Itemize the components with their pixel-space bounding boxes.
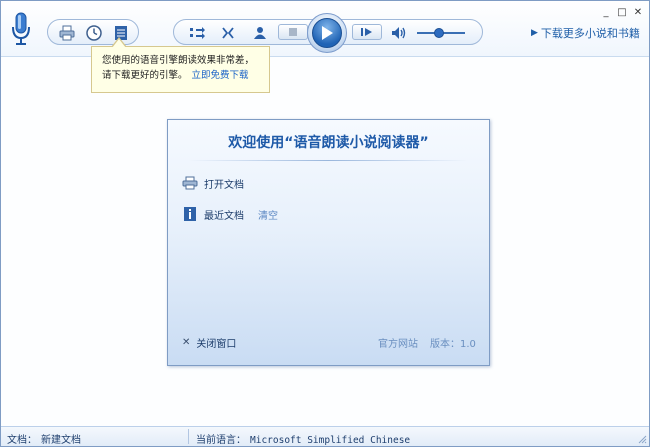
- official-site-link[interactable]: 官方网站: [378, 335, 418, 350]
- app-window: ▶ 下载更多小说和书籍 _ □ ✕ 您使用的语音引擎朗读效果非常差， 请下载更好…: [0, 0, 650, 447]
- user-icon[interactable]: [251, 24, 269, 42]
- microphone-icon[interactable]: [11, 11, 31, 47]
- download-more-link[interactable]: ▶ 下载更多小说和书籍: [531, 25, 640, 41]
- volume-slider-knob[interactable]: [434, 28, 444, 38]
- close-button[interactable]: ✕: [631, 7, 645, 19]
- play-icon: [312, 18, 342, 48]
- document-label: 文档：: [7, 435, 37, 446]
- open-document-label: 打开文档: [204, 179, 244, 191]
- language-value: Microsoft Simplified Chinese: [250, 435, 411, 446]
- welcome-dialog: 欢迎使用“语音朗读小说阅读器” 打开文档 最近文档 清空 ✕ 关闭窗口 官方网站…: [167, 119, 490, 366]
- next-icon: [361, 28, 372, 36]
- status-divider: [188, 429, 189, 444]
- version-label: 版本：1.0: [430, 339, 476, 350]
- next-button[interactable]: [352, 24, 382, 40]
- tooltip-line-2-text: 请下载更好的引擎。: [102, 70, 188, 81]
- document-value: 新建文档: [41, 435, 81, 446]
- resize-grip-icon[interactable]: [637, 434, 647, 444]
- print-icon[interactable]: [58, 24, 76, 42]
- dialog-title: 欢迎使用“语音朗读小说阅读器”: [228, 135, 429, 151]
- recent-documents-label[interactable]: 最近文档: [204, 207, 244, 222]
- current-language: 当前语言： Microsoft Simplified Chinese: [196, 431, 410, 446]
- recent-documents-row: 最近文档 清空: [182, 206, 278, 222]
- maximize-button[interactable]: □: [615, 7, 629, 19]
- clear-recent-link[interactable]: 清空: [258, 207, 278, 222]
- free-download-link[interactable]: 立即免费下载: [192, 70, 249, 81]
- arrow-right-icon: ▶: [531, 28, 538, 38]
- close-window-button[interactable]: ✕ 关闭窗口: [182, 335, 236, 350]
- speaker-icon[interactable]: [390, 24, 408, 42]
- close-window-label: 关闭窗口: [196, 339, 237, 350]
- tooltip-line-1: 您使用的语音引擎朗读效果非常差，: [102, 55, 255, 66]
- tooltip-arrow-fill: [112, 39, 126, 48]
- play-button[interactable]: [307, 13, 347, 53]
- tooltip-line-2: 请下载更好的引擎。 立即免费下载: [102, 68, 259, 83]
- title-divider: [188, 160, 468, 161]
- close-icon: ✕: [182, 337, 191, 348]
- current-document: 文档： 新建文档: [7, 431, 81, 446]
- open-document-button[interactable]: 打开文档: [182, 175, 244, 191]
- forward-icon[interactable]: [188, 24, 206, 42]
- stop-icon: [289, 28, 297, 36]
- dialog-footer: ✕ 关闭窗口 官方网站 版本：1.0: [182, 335, 477, 350]
- engine-warning-tooltip: 您使用的语音引擎朗读效果非常差， 请下载更好的引擎。 立即免费下载: [91, 46, 270, 93]
- info-icon: [182, 206, 198, 222]
- status-bar: 文档： 新建文档 当前语言： Microsoft Simplified Chines…: [1, 426, 649, 446]
- minimize-button[interactable]: _: [599, 7, 613, 19]
- language-label: 当前语言：: [196, 435, 246, 446]
- download-more-label: 下载更多小说和书籍: [540, 27, 640, 40]
- clock-icon[interactable]: [85, 24, 103, 42]
- voice-icon[interactable]: [219, 24, 237, 42]
- print-icon: [182, 175, 198, 191]
- stop-button[interactable]: [278, 24, 308, 40]
